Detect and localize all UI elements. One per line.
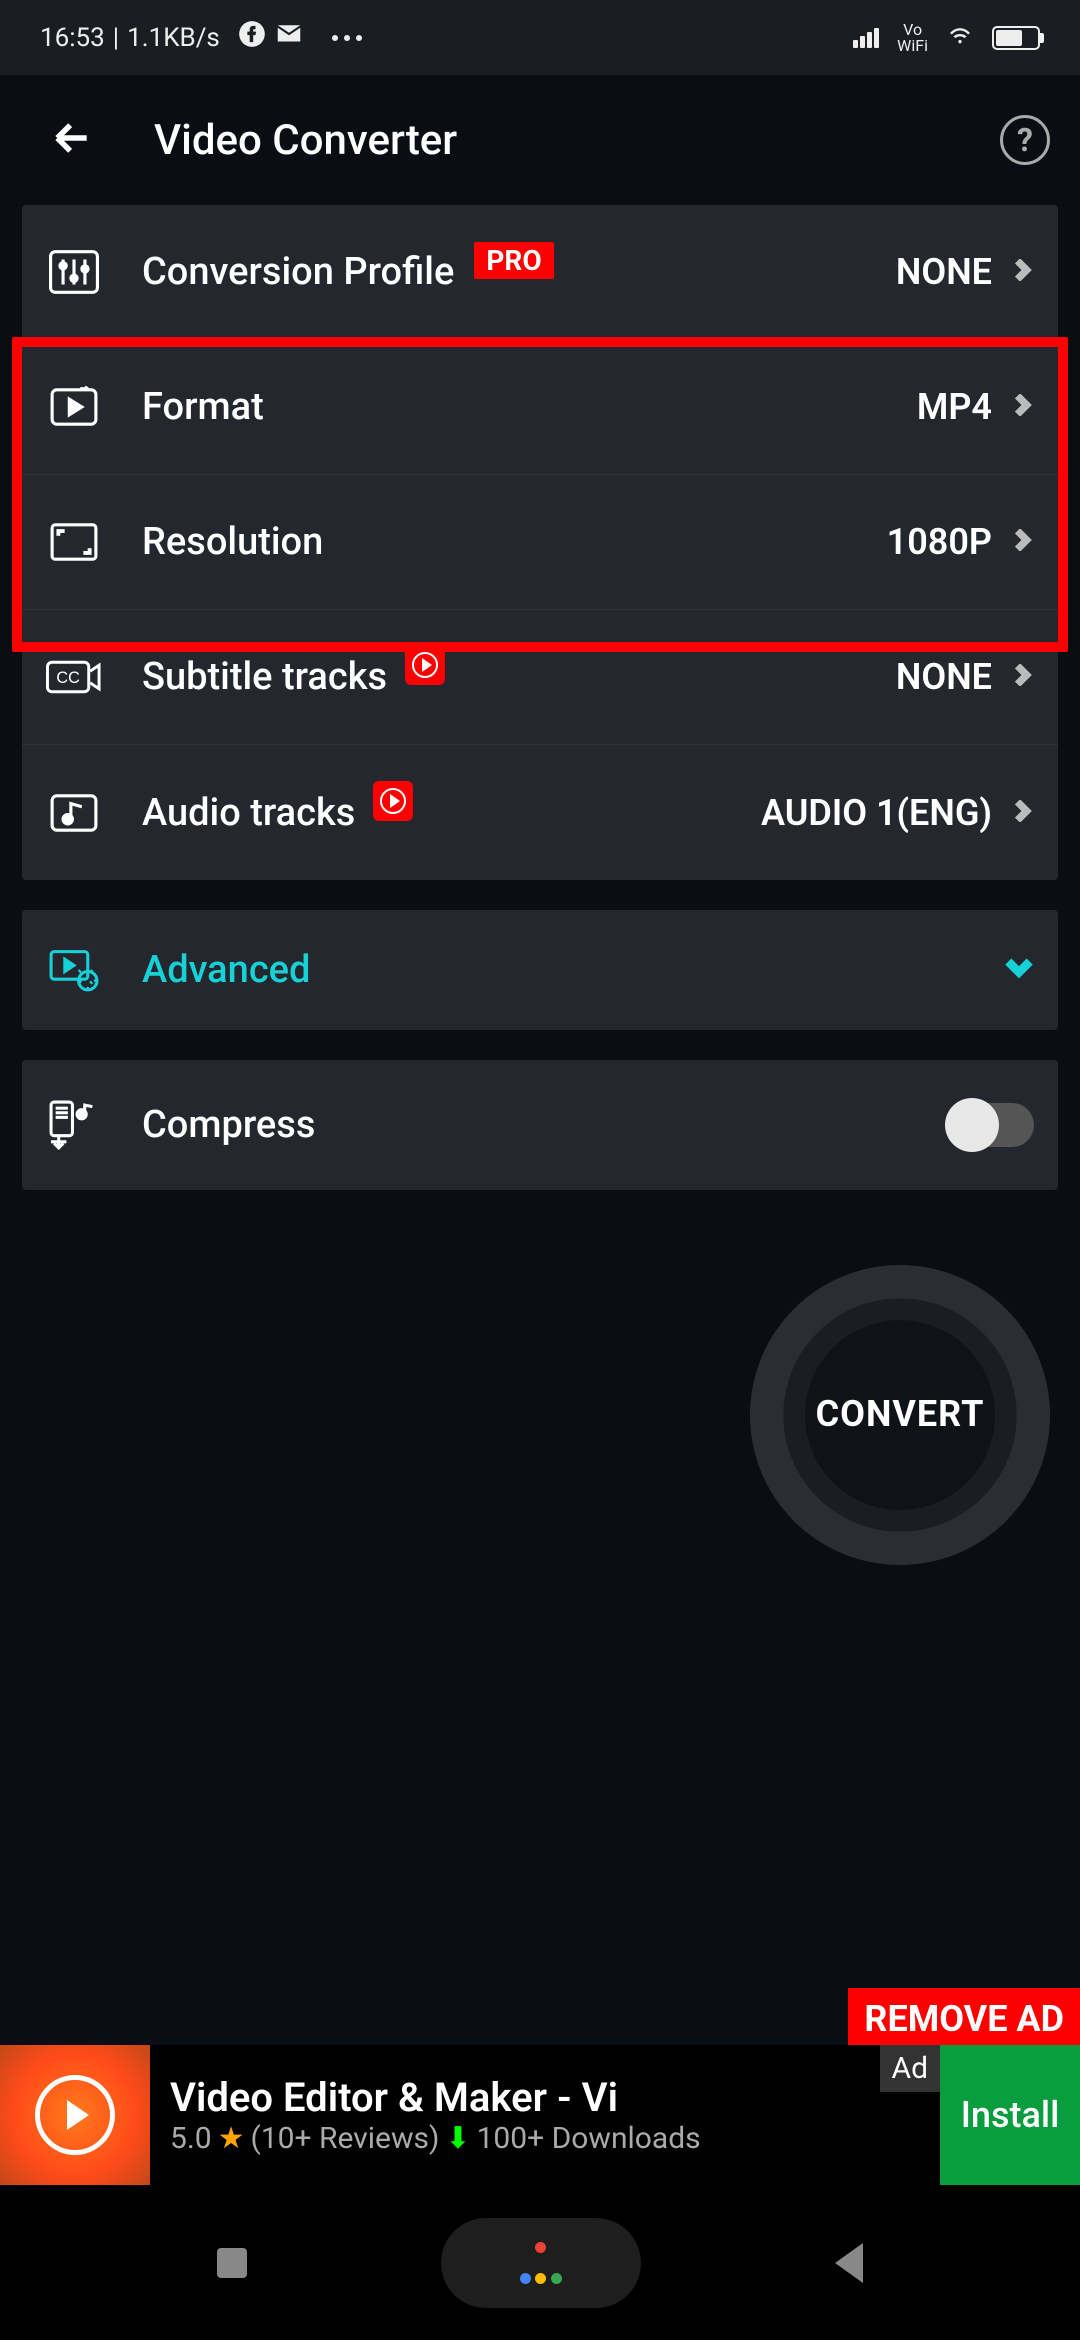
chevron-right-icon xyxy=(1012,394,1034,420)
svg-text:CC: CC xyxy=(56,669,80,687)
status-time: 16:53 xyxy=(40,23,105,53)
download-arrow-icon: ⬇ xyxy=(445,2121,470,2156)
vowifi-icon: Vo WiFi xyxy=(897,22,928,54)
audio-track-icon xyxy=(46,789,102,837)
back-button[interactable] xyxy=(50,116,94,164)
premium-indicator-icon xyxy=(373,781,413,821)
row-value: NONE xyxy=(896,251,992,293)
mail-icon xyxy=(274,19,304,56)
more-icon xyxy=(332,35,362,41)
sliders-icon xyxy=(46,248,102,296)
page-title: Video Converter xyxy=(154,116,940,165)
row-label: Conversion Profile PRO xyxy=(142,250,896,294)
system-nav-bar xyxy=(0,2185,1080,2340)
resolution-icon xyxy=(46,518,102,566)
chevron-right-icon xyxy=(1012,800,1034,826)
row-resolution[interactable]: Resolution 1080P xyxy=(22,475,1058,610)
facebook-icon xyxy=(238,20,266,55)
back-nav-button[interactable] xyxy=(835,2243,863,2283)
row-value: 1080P xyxy=(887,521,992,563)
row-label: Advanced xyxy=(142,948,1004,992)
chevron-down-icon xyxy=(1004,953,1034,987)
ad-banner[interactable]: Video Editor & Maker - Vi 5.0 ★ (10+ Rev… xyxy=(0,2045,1080,2185)
row-label: Compress xyxy=(142,1103,950,1147)
chevron-right-icon xyxy=(1012,259,1034,285)
wifi-icon xyxy=(946,20,974,55)
status-right: Vo WiFi xyxy=(853,20,1040,55)
row-label: Audio tracks xyxy=(142,791,761,835)
row-subtitle-tracks[interactable]: CC Subtitle tracks NONE xyxy=(22,610,1058,745)
settings-card: Conversion Profile PRO NONE Format MP4 R… xyxy=(22,205,1058,880)
row-value: NONE xyxy=(896,656,992,698)
premium-indicator-icon xyxy=(405,645,445,685)
compress-card: Compress xyxy=(22,1060,1058,1190)
ad-app-icon xyxy=(0,2045,150,2185)
convert-label: CONVERT xyxy=(805,1320,995,1510)
ad-meta: 5.0 ★ (10+ Reviews) ⬇ 100+ Downloads xyxy=(170,2121,940,2156)
assistant-icon xyxy=(516,2238,566,2288)
ad-title: Video Editor & Maker - Vi xyxy=(170,2074,940,2121)
toggle-thumb xyxy=(945,1098,999,1152)
status-bar: 16:53 | 1.1KB/s Vo WiFi xyxy=(0,0,1080,75)
row-audio-tracks[interactable]: Audio tracks AUDIO 1(ENG) xyxy=(22,745,1058,880)
row-label: Format xyxy=(142,385,917,429)
advanced-card: Advanced xyxy=(22,910,1058,1030)
help-button[interactable]: ? xyxy=(1000,115,1050,165)
row-format[interactable]: Format MP4 xyxy=(22,340,1058,475)
recents-button[interactable] xyxy=(217,2248,247,2278)
app-bar: Video Converter ? xyxy=(0,75,1080,205)
signal-icon xyxy=(853,28,879,48)
pro-badge: PRO xyxy=(474,242,553,279)
star-icon: ★ xyxy=(218,2121,245,2156)
row-value: AUDIO 1(ENG) xyxy=(761,792,992,834)
chevron-right-icon xyxy=(1012,664,1034,690)
ad-text: Video Editor & Maker - Vi 5.0 ★ (10+ Rev… xyxy=(150,2074,940,2156)
convert-button-wrap: CONVERT xyxy=(750,1265,1050,1565)
row-label: Subtitle tracks xyxy=(142,655,896,699)
subtitle-icon: CC xyxy=(46,653,102,701)
home-assistant-button[interactable] xyxy=(441,2218,641,2308)
row-value: MP4 xyxy=(917,386,992,428)
compress-icon xyxy=(46,1101,102,1149)
remove-ad-button[interactable]: REMOVE AD xyxy=(848,1988,1080,2050)
play-file-icon xyxy=(46,383,102,431)
advanced-icon xyxy=(46,946,102,994)
row-advanced[interactable]: Advanced xyxy=(22,910,1058,1030)
row-conversion-profile[interactable]: Conversion Profile PRO NONE xyxy=(22,205,1058,340)
battery-icon xyxy=(992,26,1040,50)
convert-button[interactable]: CONVERT xyxy=(750,1265,1050,1565)
ad-badge: Ad xyxy=(880,2045,941,2092)
compress-toggle[interactable] xyxy=(950,1103,1034,1147)
install-button[interactable]: Install xyxy=(940,2045,1080,2185)
row-label: Resolution xyxy=(142,520,887,564)
chevron-right-icon xyxy=(1012,529,1034,555)
row-compress[interactable]: Compress xyxy=(22,1060,1058,1190)
status-left: 16:53 | 1.1KB/s xyxy=(40,19,362,56)
status-speed: 1.1KB/s xyxy=(127,23,220,53)
